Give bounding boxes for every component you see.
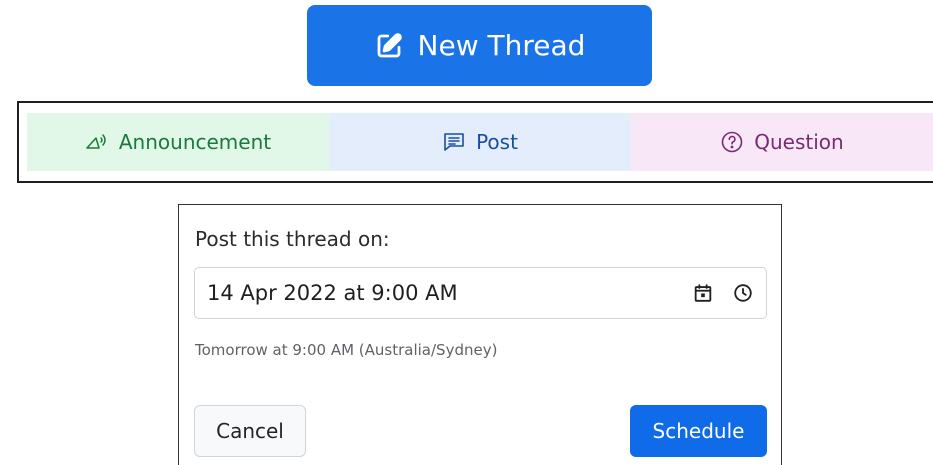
datetime-icons bbox=[692, 282, 754, 304]
megaphone-icon bbox=[86, 134, 106, 149]
thread-type-post[interactable]: Post bbox=[329, 113, 631, 171]
datetime-value: 14 Apr 2022 at 9:00 AM bbox=[207, 281, 458, 305]
new-thread-button[interactable]: New Thread bbox=[307, 5, 652, 86]
post-label: Post bbox=[476, 130, 518, 154]
thread-type-question[interactable]: Question bbox=[631, 113, 933, 171]
schedule-hint: Tomorrow at 9:00 AM (Australia/Sydney) bbox=[195, 341, 498, 359]
calendar-icon[interactable] bbox=[692, 282, 714, 304]
cancel-button[interactable]: Cancel bbox=[194, 405, 306, 457]
announcement-label: Announcement bbox=[118, 130, 272, 154]
schedule-label: Post this thread on: bbox=[195, 227, 390, 251]
thread-type-announcement[interactable]: Announcement bbox=[27, 113, 329, 171]
datetime-input[interactable]: 14 Apr 2022 at 9:00 AM bbox=[194, 267, 767, 319]
new-thread-label: New Thread bbox=[417, 29, 586, 62]
question-icon bbox=[721, 131, 743, 153]
clock-icon[interactable] bbox=[732, 282, 754, 304]
schedule-button[interactable]: Schedule bbox=[630, 405, 767, 457]
thread-type-selector: Announcement Post Question bbox=[17, 101, 933, 183]
post-icon bbox=[444, 133, 464, 151]
edit-icon bbox=[377, 32, 402, 57]
question-label: Question bbox=[754, 130, 844, 154]
schedule-panel: Post this thread on: 14 Apr 2022 at 9:00… bbox=[178, 204, 782, 465]
